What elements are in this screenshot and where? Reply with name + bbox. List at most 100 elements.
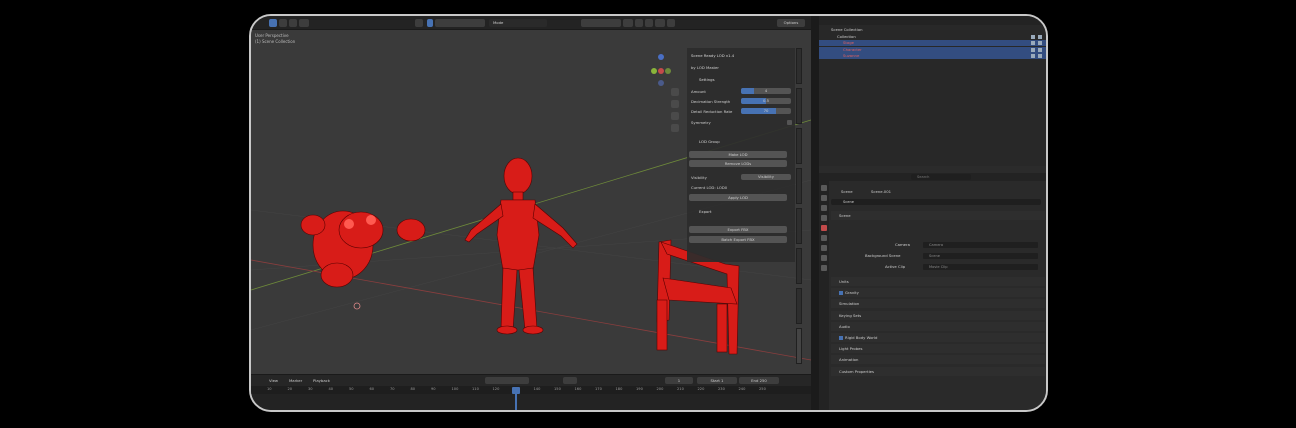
mode-search[interactable]: Mode	[489, 19, 547, 27]
options-button[interactable]: Options	[777, 19, 805, 27]
pivot-dropdown[interactable]	[435, 19, 485, 27]
section-audio[interactable]: Audio	[831, 321, 1045, 331]
overlay-button[interactable]	[623, 19, 633, 27]
shading-rendered-button[interactable]	[667, 19, 675, 27]
gizmo-x-icon[interactable]	[658, 68, 664, 74]
properties-search[interactable]: Search	[911, 174, 971, 180]
lod-group-header[interactable]: LOD Group	[691, 138, 791, 146]
view-menu-button[interactable]	[279, 19, 287, 27]
sidebar-tab-item[interactable]	[796, 48, 802, 84]
make-lod-button[interactable]: Make LOD	[689, 151, 787, 158]
visibility-dropdown[interactable]: Visibility	[741, 174, 791, 180]
visibility-toggle-icon[interactable]	[1031, 47, 1043, 52]
timeline-view-menu[interactable]: View	[269, 377, 278, 384]
shading-material-button[interactable]	[655, 19, 665, 27]
add-menu-button[interactable]	[299, 19, 309, 27]
apply-lod-button[interactable]: Apply LOD	[689, 194, 787, 201]
sidebar-tab-edit[interactable]	[796, 248, 802, 284]
section-checkbox[interactable]	[839, 291, 843, 296]
editor-type-button[interactable]	[269, 19, 277, 27]
decimation-slider[interactable]: 0.5	[741, 98, 791, 104]
transform-orientation-button[interactable]	[415, 19, 423, 27]
playhead-handle[interactable]	[512, 387, 520, 394]
section-rigid-body-world[interactable]: Rigid Body World	[831, 333, 1045, 342]
frame-ruler[interactable]: 1020304050607080901001101201301401501601…	[251, 386, 811, 394]
export-fbx-button[interactable]: Export FBX	[689, 226, 787, 233]
section-units[interactable]: Units	[831, 277, 1045, 286]
detail-slider[interactable]: 70	[741, 108, 791, 114]
frame-tick-label: 240	[738, 387, 746, 391]
gizmo-neg-y-icon[interactable]	[665, 68, 671, 74]
zoom-icon[interactable]	[671, 88, 679, 96]
outliner-item[interactable]: Suzanne	[819, 53, 1046, 59]
sidebar-tab-view[interactable]	[796, 128, 802, 164]
section-label: Audio	[839, 323, 850, 329]
scene-section-header[interactable]: Scene	[831, 211, 1045, 220]
snap-dropdown[interactable]	[581, 19, 621, 27]
camera-view-icon[interactable]	[671, 112, 679, 120]
visibility-label: Visibility	[691, 175, 707, 180]
sidebar-tab-create[interactable]	[796, 168, 802, 204]
decimation-label: Decimation Strength	[691, 99, 731, 104]
sidebar-tab-animate[interactable]	[796, 208, 802, 244]
remove-lods-button[interactable]: Remove LODs	[689, 160, 787, 167]
modifier-tab-icon[interactable]	[821, 255, 827, 261]
active-clip-field[interactable]: Movie Clip	[923, 264, 1038, 270]
select-menu-button[interactable]	[289, 19, 297, 27]
current-frame-field[interactable]: 1	[665, 377, 693, 384]
shading-solid-button[interactable]	[645, 19, 653, 27]
section-keying-sets[interactable]: Keying Sets	[831, 310, 1045, 320]
playback-controls[interactable]	[485, 377, 529, 384]
section-animation[interactable]: Animation	[831, 355, 1045, 365]
export-header[interactable]: Export	[691, 208, 791, 216]
scene-tab-icon[interactable]	[821, 225, 827, 231]
visibility-toggle-icon[interactable]	[1031, 34, 1043, 39]
outliner-item[interactable]: Character	[819, 46, 1046, 53]
visibility-toggle-icon[interactable]	[1031, 54, 1043, 58]
output-tab-icon[interactable]	[821, 205, 827, 211]
blender-window: Mode Options User Perspective (1) Scene …	[249, 14, 1048, 412]
timeline-playback-menu[interactable]: Playback	[313, 377, 330, 384]
batch-export-button[interactable]: Batch Export FBX	[689, 236, 787, 243]
sidebar-tab-lod-tools[interactable]	[796, 288, 802, 324]
symmetry-checkbox[interactable]	[787, 120, 792, 125]
area-divider[interactable]	[811, 16, 819, 410]
render-tab-icon[interactable]	[821, 195, 827, 201]
section-checkbox[interactable]	[839, 336, 843, 340]
gizmo-y-icon[interactable]	[651, 68, 657, 74]
gizmo-z-icon[interactable]	[658, 54, 664, 60]
section-gravity[interactable]: Gravity	[831, 288, 1045, 298]
end-frame-field[interactable]: End 250	[739, 377, 779, 384]
start-frame-field[interactable]: Start 1	[697, 377, 737, 384]
tool-tab-icon[interactable]	[821, 185, 827, 191]
pan-hand-icon[interactable]	[671, 100, 679, 108]
world-tab-icon[interactable]	[821, 235, 827, 241]
background-scene-field[interactable]: Scene	[923, 253, 1038, 259]
particles-tab-icon[interactable]	[821, 265, 827, 271]
section-custom-properties[interactable]: Custom Properties	[831, 366, 1045, 376]
amount-slider[interactable]: 4	[741, 88, 791, 94]
sidebar-tab-scene-ready[interactable]	[796, 328, 802, 364]
sidebar-tab-tool[interactable]	[796, 88, 802, 124]
properties-tabs	[819, 181, 829, 410]
record-button[interactable]	[563, 377, 577, 384]
view-layer-tab-icon[interactable]	[821, 215, 827, 221]
perspective-toggle-icon[interactable]	[671, 124, 679, 132]
outliner-item[interactable]: Scene Collection	[819, 27, 1046, 33]
outliner-item[interactable]: Stage	[819, 40, 1046, 46]
settings-panel-header[interactable]: Settings	[691, 76, 791, 84]
object-tab-icon[interactable]	[821, 245, 827, 251]
camera-field[interactable]: Camera	[923, 242, 1038, 248]
section-light-probes[interactable]: Light Probes	[831, 344, 1045, 354]
outliner-item[interactable]: Collection	[819, 34, 1046, 40]
visibility-toggle-icon[interactable]	[1031, 41, 1043, 45]
xray-button[interactable]	[635, 19, 643, 27]
3d-viewport[interactable]: User Perspective (1) Scene Collection Sc…	[251, 30, 811, 374]
scene-name-field[interactable]: Scene	[831, 199, 1041, 205]
section-simulation[interactable]: Simulation	[831, 299, 1045, 309]
gizmo-neg-z-icon[interactable]	[658, 80, 664, 86]
frame-tick-label: 170	[595, 387, 602, 391]
select-mode-button[interactable]	[427, 19, 433, 27]
timeline-marker-menu[interactable]: Marker	[289, 377, 302, 384]
frame-tick-label: 90	[431, 387, 436, 391]
